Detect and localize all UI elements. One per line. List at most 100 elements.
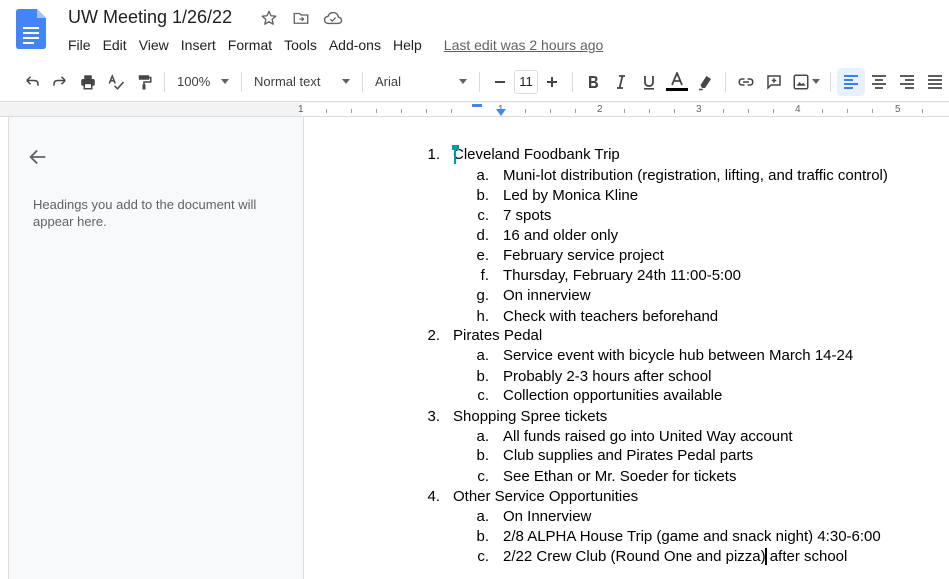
list-number: 4. bbox=[427, 488, 440, 505]
zoom-select[interactable]: 100% bbox=[171, 68, 235, 96]
justify-icon[interactable] bbox=[921, 68, 949, 96]
menu-view[interactable]: View bbox=[133, 34, 175, 56]
list-text: 16 and older only bbox=[503, 227, 619, 244]
style-select[interactable]: Normal text bbox=[248, 68, 356, 96]
align-left-icon[interactable] bbox=[837, 67, 865, 96]
ruler-tick bbox=[326, 109, 327, 113]
menu-insert[interactable]: Insert bbox=[175, 34, 222, 56]
bold-icon[interactable] bbox=[579, 68, 607, 96]
list-letter: b. bbox=[476, 368, 489, 385]
ruler-mark: 3 bbox=[696, 104, 702, 115]
ruler-tick bbox=[451, 109, 452, 113]
ruler-tick bbox=[376, 109, 377, 113]
list-letter: a. bbox=[476, 508, 489, 525]
ruler-tick bbox=[674, 109, 675, 113]
highlight-color-icon[interactable] bbox=[691, 68, 719, 96]
list-letter: h. bbox=[476, 308, 489, 325]
ruler-tick bbox=[401, 109, 402, 113]
docs-app: UW Meeting 1/26/22 File Edit View Insert… bbox=[0, 0, 949, 579]
list-letter: c. bbox=[477, 207, 489, 224]
ruler-tick bbox=[351, 109, 352, 113]
list-text: Cleveland Foodbank Trip bbox=[453, 146, 620, 163]
collaborator-cursor bbox=[454, 145, 456, 164]
list-letter: g. bbox=[476, 287, 489, 304]
document-outline-panel bbox=[0, 117, 302, 579]
chevron-down-icon bbox=[221, 79, 229, 84]
paint-format-icon[interactable] bbox=[130, 68, 158, 96]
toolbar-divider bbox=[725, 71, 726, 92]
list-text: Pirates Pedal bbox=[453, 327, 543, 344]
list-text: February service project bbox=[503, 247, 664, 264]
list-text: Thursday, February 24th 11:00-5:00 bbox=[503, 267, 741, 284]
list-letter: b. bbox=[476, 187, 489, 204]
ruler-tick bbox=[426, 109, 427, 113]
text-color-icon[interactable] bbox=[663, 68, 691, 96]
redo-icon[interactable] bbox=[46, 68, 74, 96]
toolbar-divider bbox=[830, 71, 831, 92]
left-indent-marker[interactable] bbox=[496, 109, 506, 116]
first-line-indent-marker[interactable] bbox=[472, 104, 482, 107]
cloud-status-icon[interactable] bbox=[322, 7, 344, 29]
list-letter: c. bbox=[477, 387, 489, 404]
menu-edit[interactable]: Edit bbox=[97, 34, 133, 56]
ruler-tick bbox=[624, 109, 625, 113]
underline-icon[interactable] bbox=[635, 68, 663, 96]
list-text: Probably 2-3 hours after school bbox=[503, 368, 712, 385]
increase-font-size-icon[interactable] bbox=[538, 68, 566, 96]
chevron-down-icon bbox=[459, 79, 467, 84]
list-letter: d. bbox=[476, 227, 489, 244]
align-center-icon[interactable] bbox=[865, 68, 893, 96]
list-letter: a. bbox=[476, 428, 489, 445]
list-letter: a. bbox=[476, 347, 489, 364]
print-icon[interactable] bbox=[74, 68, 102, 96]
menu-add-ons[interactable]: Add-ons bbox=[323, 34, 387, 56]
insert-image-icon[interactable] bbox=[788, 68, 824, 96]
text-cursor bbox=[765, 548, 767, 565]
docs-logo-icon[interactable] bbox=[16, 9, 46, 49]
star-icon[interactable] bbox=[258, 7, 280, 29]
toolbar-divider bbox=[572, 71, 573, 92]
list-text: Service event with bicycle hub between M… bbox=[503, 347, 854, 364]
last-edit-link[interactable]: Last edit was 2 hours ago bbox=[438, 35, 610, 55]
toolbar: 100% Normal text Arial 11 bbox=[0, 62, 949, 102]
align-right-icon[interactable] bbox=[893, 68, 921, 96]
font-select[interactable]: Arial bbox=[369, 68, 473, 96]
list-letter: a. bbox=[476, 167, 489, 184]
list-text: Led by Monica Kline bbox=[503, 187, 639, 204]
list-text: 7 spots bbox=[503, 207, 552, 224]
undo-icon[interactable] bbox=[18, 68, 46, 96]
list-letter: c. bbox=[477, 468, 489, 485]
document-title[interactable]: UW Meeting 1/26/22 bbox=[68, 5, 232, 29]
list-text: Shopping Spree tickets bbox=[453, 408, 608, 425]
toolbar-divider bbox=[362, 71, 363, 92]
menu-file[interactable]: File bbox=[62, 34, 97, 56]
ruler-mark: 4 bbox=[795, 104, 801, 115]
zoom-value: 100% bbox=[177, 74, 211, 89]
document-page[interactable]: 1. Cleveland Foodbank Trip a. Muni-lot dis… bbox=[303, 117, 949, 579]
menu-format[interactable]: Format bbox=[222, 34, 278, 56]
list-number: 3. bbox=[427, 408, 440, 425]
list-text: See Ethan or Mr. Soeder for tickets bbox=[503, 468, 737, 485]
ruler-tick bbox=[575, 109, 576, 113]
ruler-tick bbox=[847, 109, 848, 113]
italic-icon[interactable] bbox=[607, 68, 635, 96]
text-color-swatch bbox=[666, 88, 688, 91]
ruler-tick bbox=[649, 109, 650, 113]
add-comment-icon[interactable] bbox=[760, 68, 788, 96]
horizontal-ruler[interactable]: 1 1 2 3 4 5 bbox=[298, 103, 949, 117]
list-text: Club supplies and Pirates Pedal parts bbox=[503, 447, 754, 464]
ruler-tick bbox=[525, 109, 526, 113]
menu-help[interactable]: Help bbox=[387, 34, 428, 56]
back-arrow-icon[interactable] bbox=[27, 146, 49, 168]
menu-tools[interactable]: Tools bbox=[278, 34, 323, 56]
chevron-down-icon bbox=[342, 79, 350, 84]
insert-link-icon[interactable] bbox=[732, 68, 760, 96]
vertical-ruler bbox=[0, 117, 9, 579]
list-text: 2/8 ALPHA House Trip (game and snack nig… bbox=[503, 528, 881, 545]
font-size-input[interactable]: 11 bbox=[514, 69, 538, 94]
spellcheck-icon[interactable] bbox=[102, 68, 130, 96]
list-number: 2. bbox=[427, 327, 440, 344]
list-text: Muni-lot distribution (registration, lif… bbox=[503, 167, 888, 184]
move-to-folder-icon[interactable] bbox=[290, 7, 312, 29]
decrease-font-size-icon[interactable] bbox=[486, 68, 514, 96]
